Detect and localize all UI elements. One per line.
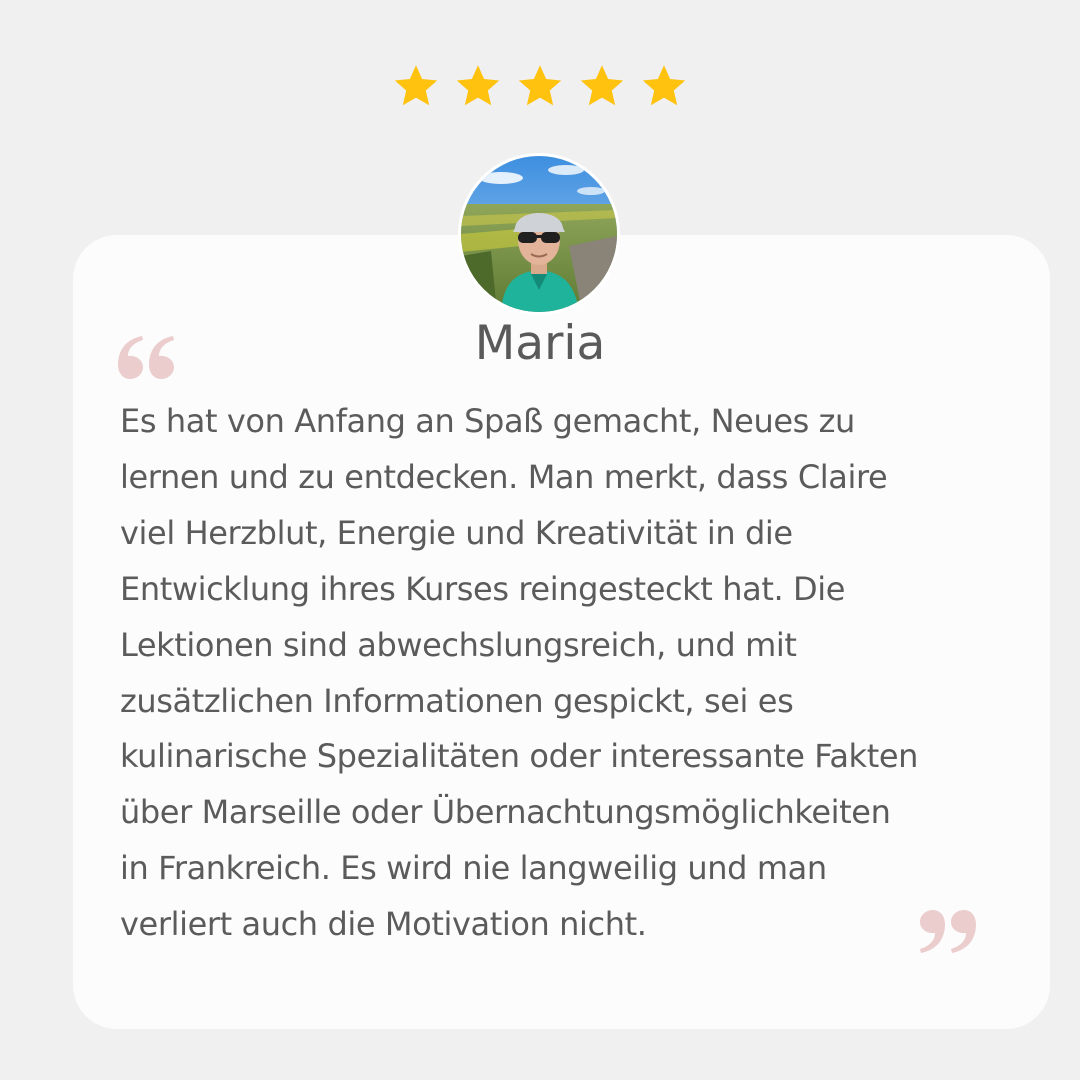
star-icon xyxy=(456,65,500,106)
review-text-line: lernen und zu entdecken. Man merkt, dass… xyxy=(120,457,888,496)
reviewer-avatar xyxy=(461,156,617,312)
star-icon xyxy=(580,65,624,106)
star-rating xyxy=(0,62,1080,110)
review-text: Es hat von Anfang an Spaß gemacht, Neues… xyxy=(120,394,1025,953)
review-text-line: verliert auch die Motivation nicht. xyxy=(120,905,647,944)
review-text-line: in Frankreich. Es wird nie langweilig un… xyxy=(120,849,827,888)
review-text-line: viel Herzblut, Energie und Kreativität i… xyxy=(120,513,793,552)
review-text-line: über Marseille oder Übernachtungsmöglich… xyxy=(120,793,891,832)
review-text-line: zusätzlichen Informationen gespickt, sei… xyxy=(120,681,794,720)
review-text-line: Lektionen sind abwechslungsreich, und mi… xyxy=(120,625,797,664)
review-text-line: kulinarische Spezialitäten oder interess… xyxy=(120,737,919,776)
review-text-line: Es hat von Anfang an Spaß gemacht, Neues… xyxy=(120,402,855,440)
star-icon xyxy=(518,65,562,106)
star-icon xyxy=(642,65,686,106)
star-icon xyxy=(394,65,438,106)
open-quote-icon xyxy=(118,335,178,379)
review-text-line: Entwicklung ihres Kurses reingesteckt ha… xyxy=(120,569,846,608)
reviewer-avatar-photo xyxy=(461,156,617,312)
